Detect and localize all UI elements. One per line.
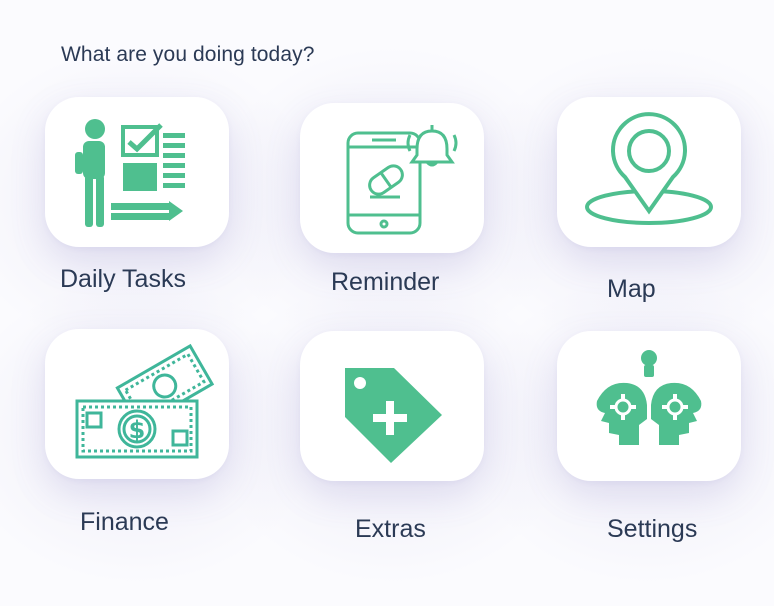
page-heading: What are you doing today? [61,43,315,66]
svg-text:$: $ [129,416,146,444]
reminder-label: Reminder [331,268,440,296]
extras-tile[interactable] [300,331,484,481]
daily-tasks-tile[interactable] [45,97,229,247]
price-tag-plus-icon [345,368,442,463]
finance-tile[interactable]: $ [45,329,229,479]
map-pin-icon [585,112,713,225]
settings-label: Settings [607,515,698,543]
reminder-tile[interactable] [300,103,484,253]
reminder-phone-bell-icon [346,125,458,235]
finance-label: Finance [80,508,169,536]
daily-tasks-label: Daily Tasks [60,265,186,293]
map-label: Map [607,275,656,303]
settings-tile[interactable] [557,331,741,481]
extras-label: Extras [355,515,426,543]
map-tile[interactable] [557,97,741,247]
daily-tasks-icon [75,119,185,227]
money-bills-icon: $ [75,343,215,459]
heads-gears-idea-icon [596,350,702,445]
